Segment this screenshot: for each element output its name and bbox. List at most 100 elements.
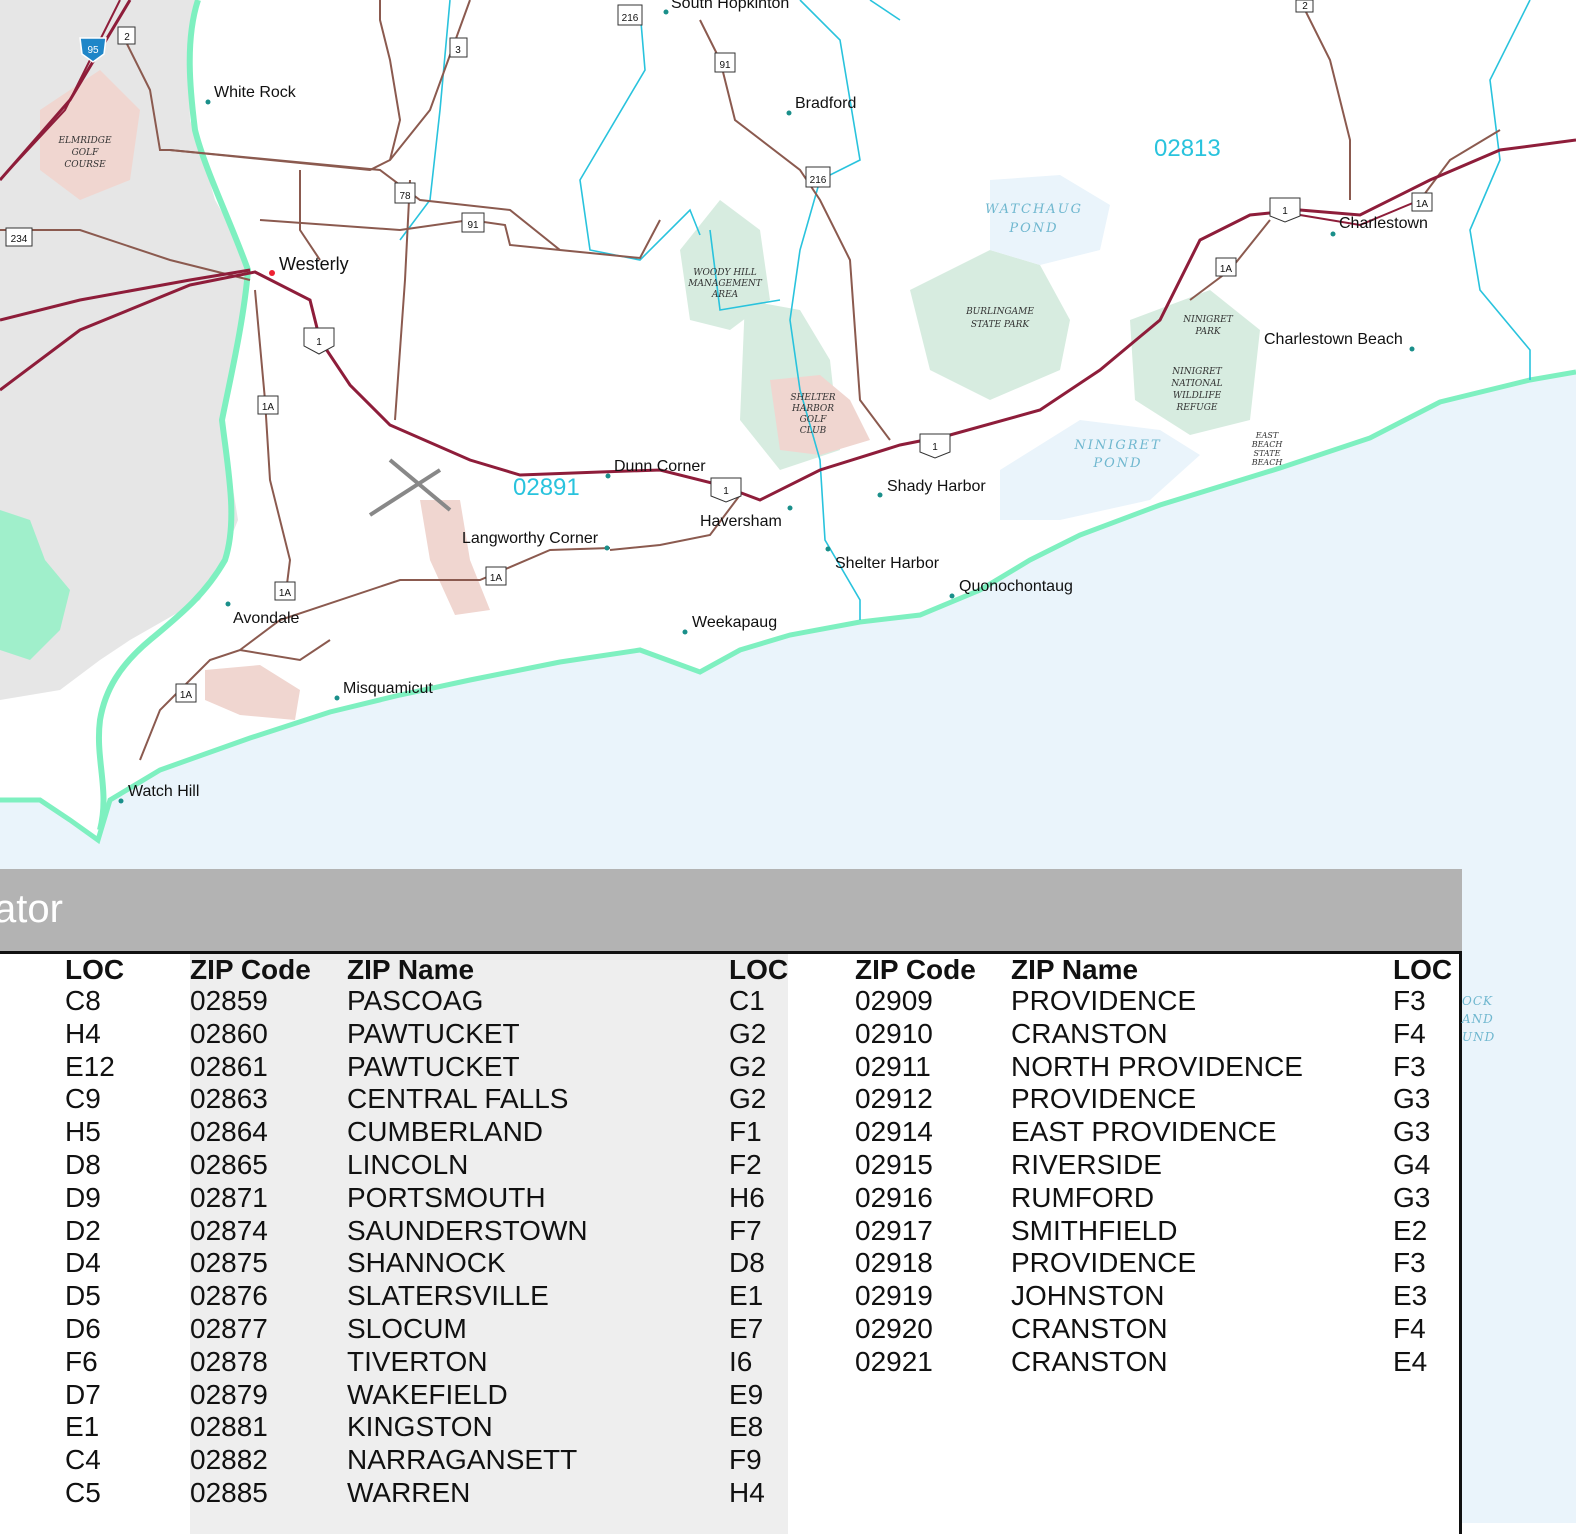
loc-cell: E4 [1393, 1345, 1428, 1377]
loc-cell: G2 [729, 1083, 767, 1115]
loc-cell: C5 [65, 1476, 101, 1508]
loc-cell: F3 [1393, 985, 1426, 1016]
zip-code-cell: 02910 [855, 1017, 933, 1049]
zip-locator-table: LOC C8 H4 E12 C9 H5 D8 D9 D2 D4 D5 D6 F6 D7 E1 C4 C5 ZI… [0, 954, 1462, 1534]
zip-name-cell: SAUNDERSTOWN [347, 1214, 588, 1246]
loc-cell: H4 [65, 1017, 101, 1049]
zip-name-cell: SLATERSVILLE [347, 1280, 549, 1312]
col-loc-2: LOC F3 F4 F3 G3 G3 G4 G3 E2 F3 E3 F4 E4 [1393, 954, 1452, 1379]
loc-cell: G3 [1393, 1083, 1431, 1115]
locator-header: ator [0, 869, 1462, 954]
zip-name-cell: NORTH PROVIDENCE [1011, 1050, 1303, 1082]
loc-cell: E1 [65, 1411, 100, 1443]
zip-code-cell: 02885 [190, 1476, 268, 1508]
label-weekapaug: Weekapaug [692, 614, 777, 631]
svg-text:NATIONAL: NATIONAL [1170, 379, 1222, 389]
zip-label-02891: 02891 [513, 474, 580, 501]
svg-text:MANAGEMENT: MANAGEMENT [687, 279, 763, 289]
svg-text:1A: 1A [279, 588, 292, 599]
header-loc: LOC [65, 954, 125, 985]
svg-text:1A: 1A [180, 690, 193, 701]
loc-cell: D6 [65, 1312, 101, 1344]
label-white-rock: White Rock [214, 84, 297, 101]
loc-cell: C8 [65, 985, 101, 1016]
route-1a-shield-a: 1A [257, 395, 279, 415]
zip-code-cell: 02871 [190, 1181, 268, 1213]
route-1a-shield-f: 1A [1411, 192, 1433, 212]
zip-name-cell: WARREN [347, 1476, 471, 1508]
loc-cell: E2 [1393, 1214, 1428, 1246]
svg-text:1: 1 [1282, 206, 1288, 217]
svg-text:COURSE: COURSE [64, 160, 106, 170]
route-91-shield-b: 91 [461, 212, 485, 233]
route-216-shield-a: 216 [617, 4, 643, 26]
svg-text:1A: 1A [490, 573, 503, 584]
svg-text:WATCHAUG: WATCHAUG [985, 202, 1083, 217]
zip-code-cell: 02863 [190, 1083, 268, 1115]
loc-cell: F3 [1393, 1247, 1426, 1279]
svg-text:1A: 1A [262, 402, 275, 413]
route-3-shield: 3 [449, 37, 468, 58]
edge-water-label: OCK AND UND [1462, 994, 1496, 1044]
loc-cell: D9 [65, 1181, 101, 1213]
svg-text:95: 95 [87, 45, 99, 56]
loc-cell: G4 [1393, 1148, 1431, 1180]
zip-name-cell: SLOCUM [347, 1312, 467, 1344]
svg-text:PARK: PARK [1194, 327, 1222, 337]
svg-text:1A: 1A [1220, 264, 1233, 275]
header-zip-code: ZIP Code [855, 954, 976, 985]
loc-cell: H4 [729, 1476, 765, 1508]
svg-text:78: 78 [399, 191, 411, 202]
zip-code-cell: 02919 [855, 1280, 933, 1312]
label-south-hopkinton: South Hopkinton [671, 0, 789, 12]
label-charlestown: Charlestown [1339, 215, 1428, 232]
zip-name-cell: TIVERTON [347, 1345, 488, 1377]
loc-cell: D8 [65, 1148, 101, 1180]
label-avondale: Avondale [233, 610, 300, 627]
zip-code-cell: 02879 [190, 1378, 268, 1410]
svg-text:234: 234 [11, 234, 28, 245]
svg-text:BURLINGAME: BURLINGAME [965, 307, 1034, 317]
zip-code-cell: 02920 [855, 1312, 933, 1344]
zip-code-cell: 02877 [190, 1312, 268, 1344]
zip-code-cell: 02921 [855, 1345, 933, 1377]
svg-text:NINIGRET: NINIGRET [1182, 315, 1233, 325]
loc-cell: E12 [65, 1050, 115, 1082]
loc-cell: D8 [729, 1247, 765, 1279]
loc-cell: D5 [65, 1280, 101, 1312]
label-watch-hill: Watch Hill [128, 783, 199, 800]
header-zip-code: ZIP Code [190, 954, 311, 985]
zip-code-cell: 02912 [855, 1083, 933, 1115]
zip-name-cell: PAWTUCKET [347, 1050, 520, 1082]
loc-cell: F4 [1393, 1312, 1426, 1344]
label-haversham: Haversham [700, 513, 782, 530]
zip-code-cell: 02860 [190, 1017, 268, 1049]
svg-text:REFUGE: REFUGE [1176, 403, 1218, 413]
zip-code-cell: 02859 [190, 985, 268, 1016]
svg-text:GOLF: GOLF [72, 148, 100, 158]
svg-text:WOODY HILL: WOODY HILL [693, 268, 756, 278]
route-1a-shield-d: 1A [175, 683, 197, 703]
label-langworthy-corner: Langworthy Corner [462, 530, 599, 547]
svg-text:ELMRIDGE: ELMRIDGE [57, 136, 111, 146]
zip-name-cell: RUMFORD [1011, 1181, 1155, 1213]
col-name-1: ZIP Name PASCOAG PAWTUCKET PAWTUCKET CENTRA… [347, 954, 588, 1510]
svg-text:1A: 1A [1416, 199, 1429, 210]
loc-cell: H5 [65, 1116, 101, 1148]
svg-text:NINIGRET: NINIGRET [1171, 367, 1222, 377]
col-name-2: ZIP Name PROVIDENCE CRANSTON NORTH PROVIDE… [1011, 954, 1303, 1379]
svg-text:STATE: STATE [1254, 449, 1281, 458]
zip-code-cell: 02917 [855, 1214, 933, 1246]
zip-code-cell: 02861 [190, 1050, 268, 1082]
loc-cell: C9 [65, 1083, 101, 1115]
zip-code-cell: 02909 [855, 985, 933, 1016]
loc-cell: G2 [729, 1017, 767, 1049]
svg-text:SHELTER: SHELTER [790, 393, 835, 403]
loc-cell: F9 [729, 1444, 762, 1476]
svg-text:91: 91 [719, 60, 731, 71]
route-1a-shield-c: 1A [485, 566, 507, 586]
svg-text:216: 216 [622, 13, 639, 24]
loc-cell: I6 [729, 1345, 753, 1377]
loc-cell: D7 [65, 1378, 101, 1410]
loc-cell: E7 [729, 1312, 764, 1344]
